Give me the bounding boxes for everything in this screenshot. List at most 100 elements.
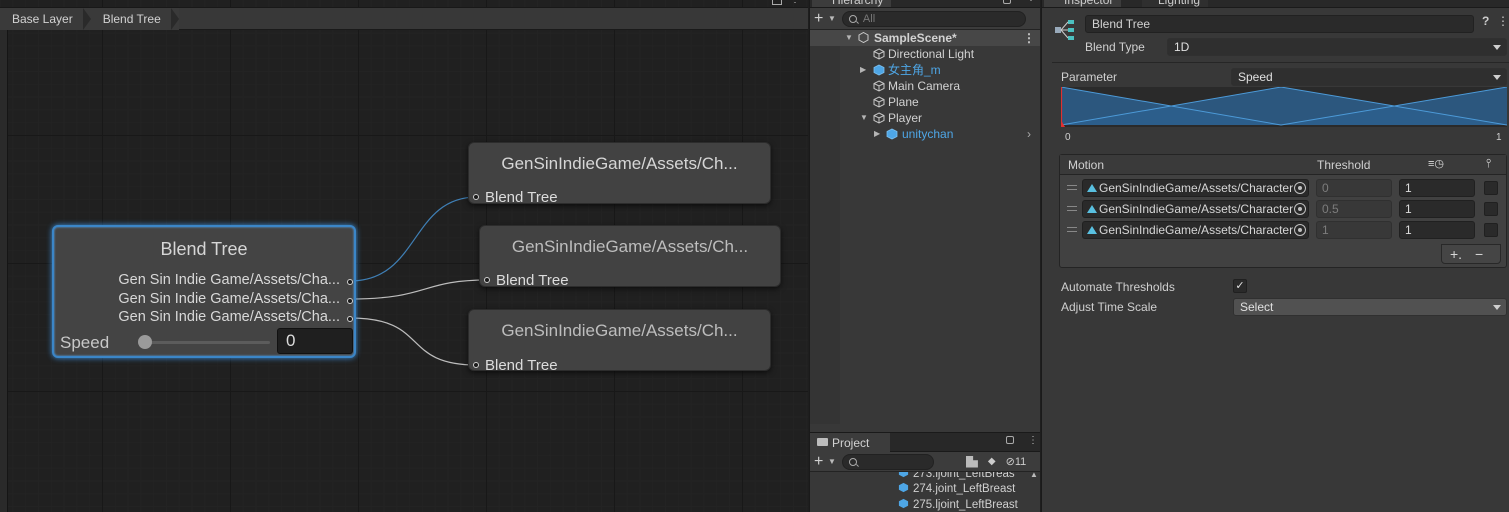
collapse-arrow-icon[interactable]: ▼ (860, 110, 868, 126)
filter-by-type-icon[interactable] (965, 455, 978, 468)
expand-arrow-icon[interactable]: ▶ (860, 62, 866, 78)
input-port[interactable] (473, 194, 479, 200)
child-node-2[interactable]: GenSinIndieGame/Assets/Ch... Blend Tree (479, 225, 781, 289)
blend-weights-graph[interactable] (1057, 86, 1508, 127)
more-options-icon[interactable]: ⋮ (1023, 30, 1035, 46)
hidden-packages-icon[interactable]: ⊘ (1006, 455, 1015, 468)
motion-clip-field[interactable]: GenSinIndieGame/Assets/Character (1082, 221, 1309, 239)
scroll-up-icon[interactable]: ▲ (1030, 472, 1038, 479)
tag-icon[interactable]: ◆ (988, 456, 996, 467)
file-name: 273.ljoint_LeftBreas (913, 472, 1015, 480)
motion-row[interactable]: GenSinIndieGame/Assets/Character 0 1 (1060, 178, 1506, 199)
maximize-icon[interactable] (772, 0, 782, 5)
hierarchy-item[interactable]: ▼ Player (810, 110, 1040, 126)
root-child-row: Gen Sin Indie Game/Assets/Cha... (118, 291, 340, 307)
hierarchy-item[interactable]: Directional Light (810, 46, 1040, 62)
child-node-title: GenSinIndieGame/Assets/Ch... (511, 237, 749, 256)
parameter-dropdown[interactable]: Speed (1231, 68, 1507, 86)
motion-clip-field[interactable]: GenSinIndieGame/Assets/Character (1082, 179, 1309, 197)
project-search-input[interactable] (841, 453, 934, 470)
object-picker-icon[interactable] (1294, 203, 1306, 215)
threshold-field[interactable]: 1 (1316, 221, 1392, 239)
help-icon[interactable]: ? (1482, 14, 1489, 28)
remove-motion-button[interactable]: − (1475, 245, 1483, 263)
motion-row[interactable]: GenSinIndieGame/Assets/Character 0.5 1 (1060, 199, 1506, 220)
animator-graph[interactable]: Base Layer Blend Tree Blend Tree Gen Sin… (0, 0, 808, 512)
expand-arrow-icon[interactable]: ▶ (874, 126, 880, 142)
scene-name: SampleScene* (874, 31, 957, 45)
more-options-icon[interactable]: ⋮ (1028, 435, 1038, 446)
tab-lighting[interactable]: Lighting (1142, 0, 1209, 7)
hierarchy-item-label: 女主角_m (888, 63, 941, 77)
speed-value-field[interactable]: 0 (277, 328, 353, 354)
add-motion-button[interactable]: +. (1450, 245, 1462, 263)
add-icon[interactable]: + (814, 453, 828, 471)
output-port[interactable] (347, 279, 353, 285)
drag-handle-icon[interactable] (1067, 185, 1077, 190)
mirror-checkbox[interactable] (1484, 181, 1498, 195)
blend-tree-name-field[interactable]: Blend Tree (1085, 15, 1474, 33)
time-scale-field[interactable]: 1 (1399, 221, 1475, 239)
tab-hierarchy[interactable]: Hierarchy (812, 0, 892, 7)
expand-arrow-icon[interactable]: ▼ (845, 30, 853, 46)
lock-icon[interactable] (1003, 0, 1011, 4)
threshold-field[interactable]: 0.5 (1316, 200, 1392, 218)
blend-weights-svg (1057, 86, 1508, 127)
lock-icon[interactable] (1006, 436, 1014, 444)
hierarchy-item[interactable]: ▶ 女主角_m (810, 62, 1040, 78)
motion-clip-name: GenSinIndieGame/Assets/Character (1099, 223, 1294, 237)
root-blend-tree-node[interactable]: Blend Tree Gen Sin Indie Game/Assets/Cha… (52, 225, 356, 358)
motion-list-header: Motion Threshold ≡◷ ⫯ (1060, 155, 1506, 175)
mirror-checkbox[interactable] (1484, 223, 1498, 237)
more-options-icon[interactable]: ⋮ (1497, 14, 1509, 28)
speed-slider-track[interactable] (144, 341, 270, 344)
input-port[interactable] (473, 362, 479, 368)
graph-min-label: 0 (1065, 132, 1071, 143)
automate-thresholds-label: Automate Thresholds (1061, 280, 1175, 294)
chevron-down-icon[interactable]: ▼ (828, 457, 836, 466)
drag-handle-icon[interactable] (1067, 206, 1077, 211)
mirror-checkbox[interactable] (1484, 202, 1498, 216)
threshold-field[interactable]: 0 (1316, 179, 1392, 197)
scene-row[interactable]: ▼ SampleScene* ⋮ (810, 30, 1040, 46)
speed-slider-thumb[interactable] (138, 335, 152, 349)
output-port[interactable] (347, 298, 353, 304)
more-options-icon[interactable]: ⋮ (790, 0, 800, 5)
time-scale-field[interactable]: 1 (1399, 179, 1475, 197)
input-port[interactable] (484, 277, 490, 283)
chevron-right-icon[interactable]: › (1027, 126, 1031, 142)
object-picker-icon[interactable] (1294, 182, 1306, 194)
hierarchy-search-input[interactable]: All (841, 10, 1026, 27)
hidden-count: 11 (1014, 455, 1027, 468)
adjust-time-scale-dropdown[interactable]: Select (1233, 298, 1507, 316)
child-node-subtitle: Blend Tree (485, 189, 558, 206)
add-icon[interactable]: + (814, 10, 828, 28)
automate-thresholds-checkbox[interactable]: ✓ (1233, 279, 1247, 293)
tab-project[interactable]: Project (810, 433, 890, 452)
animation-clip-icon (1087, 226, 1097, 234)
more-options-icon[interactable]: ⋮ (1026, 0, 1036, 3)
blend-type-dropdown[interactable]: 1D (1167, 38, 1507, 56)
file-item[interactable]: 275.ljoint_LeftBreast (898, 497, 1018, 512)
object-picker-icon[interactable] (1294, 224, 1306, 236)
gameobject-icon (873, 96, 885, 108)
child-node-1[interactable]: GenSinIndieGame/Assets/Ch... Blend Tree (468, 142, 771, 206)
prefab-icon (873, 64, 885, 76)
hierarchy-item[interactable]: ▶ unitychan › (810, 126, 1040, 142)
threshold-column-header: Threshold (1317, 158, 1371, 172)
hierarchy-item[interactable]: Plane (810, 94, 1040, 110)
motion-row[interactable]: GenSinIndieGame/Assets/Character 1 1 (1060, 220, 1506, 241)
motion-clip-field[interactable]: GenSinIndieGame/Assets/Character (1082, 200, 1309, 218)
mesh-icon (898, 498, 909, 509)
output-port[interactable] (347, 316, 353, 322)
tab-inspector[interactable]: Inspector (1044, 0, 1122, 7)
project-file-list: 273.ljoint_LeftBreas 274.joint_LeftBreas… (810, 472, 1040, 512)
child-node-title: GenSinIndieGame/Assets/Ch... (501, 154, 738, 173)
file-item[interactable]: 274.joint_LeftBreast (898, 481, 1015, 497)
chevron-down-icon[interactable]: ▼ (828, 14, 836, 23)
child-node-3[interactable]: GenSinIndieGame/Assets/Ch... Blend Tree (468, 309, 771, 374)
hierarchy-item[interactable]: Main Camera (810, 78, 1040, 94)
time-scale-field[interactable]: 1 (1399, 200, 1475, 218)
drag-handle-icon[interactable] (1067, 227, 1077, 232)
child-node-subtitle: Blend Tree (496, 272, 569, 289)
